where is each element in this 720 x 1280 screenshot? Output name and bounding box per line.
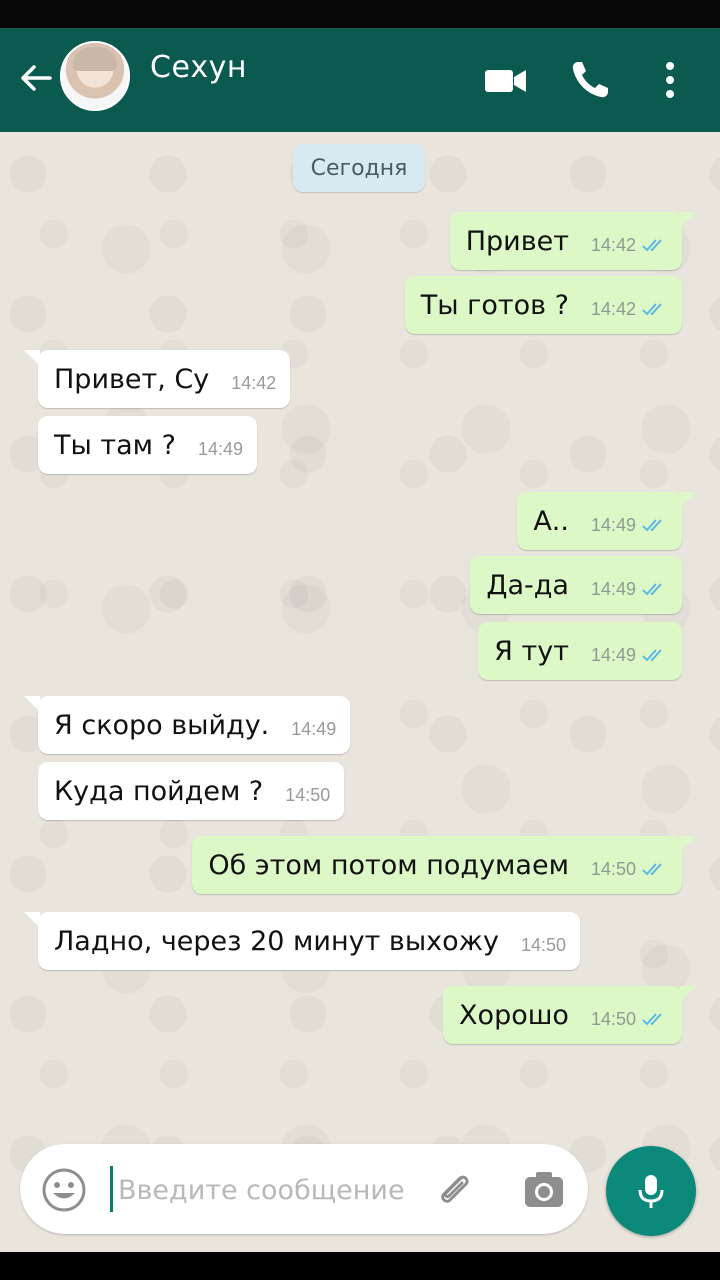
message-outgoing[interactable]: Ты готов ? 14:42 (404, 276, 682, 334)
arrow-left-icon (21, 65, 52, 91)
message-outgoing[interactable]: Я тут 14:49 (478, 622, 682, 680)
message-outgoing[interactable]: А.. 14:49 (517, 492, 696, 550)
attach-button[interactable] (430, 1166, 478, 1214)
message-text: Ты там ? (54, 429, 176, 461)
double-check-icon (642, 509, 668, 533)
message-composer (20, 1144, 588, 1234)
message-text: Об этом потом подумаем (208, 849, 569, 881)
message-text: Куда пойдем ? (54, 775, 264, 807)
microphone-icon (638, 1175, 664, 1208)
message-time: 14:49 (590, 578, 636, 599)
message-time: 14:49 (291, 718, 337, 739)
camera-button[interactable] (520, 1166, 568, 1214)
message-text: Я тут (494, 635, 569, 667)
emoji-button[interactable] (40, 1166, 88, 1214)
phone-icon (572, 62, 608, 98)
message-time: 14:42 (590, 298, 636, 319)
message-time: 14:50 (590, 858, 636, 879)
message-text: Хорошо (459, 999, 569, 1031)
message-time: 14:49 (590, 644, 636, 665)
text-cursor (110, 1166, 113, 1212)
message-outgoing[interactable]: Да-да 14:49 (470, 556, 682, 614)
message-time: 14:49 (590, 514, 636, 535)
status-bar (0, 0, 720, 28)
more-options-button[interactable] (646, 56, 694, 104)
emoji-icon (42, 1168, 86, 1212)
double-check-icon (642, 1003, 668, 1027)
chat-area[interactable]: Сегодня Привет 14:42 Ты готов ? 14:42 Пр… (0, 132, 720, 1252)
voice-record-button[interactable] (606, 1146, 696, 1236)
contact-name[interactable]: Сехун (150, 50, 247, 85)
back-button[interactable] (16, 58, 56, 98)
double-check-icon (642, 853, 668, 877)
double-check-icon (642, 573, 668, 597)
navigation-bar (0, 1252, 720, 1280)
message-incoming[interactable]: Ты там ? 14:49 (38, 416, 257, 474)
message-text: Ладно, через 20 минут выхожу (54, 925, 499, 957)
message-time: 14:49 (197, 438, 243, 459)
voice-call-button[interactable] (566, 56, 614, 104)
avatar[interactable] (60, 41, 130, 111)
message-outgoing[interactable]: Об этом потом подумаем 14:50 (192, 836, 696, 894)
message-text: Я скоро выйду. (54, 709, 270, 741)
message-text: Ты готов ? (420, 289, 569, 321)
message-input[interactable] (116, 1164, 420, 1216)
message-time: 14:50 (520, 934, 566, 955)
double-check-icon (642, 229, 668, 253)
more-vertical-icon (666, 62, 674, 98)
message-text: А.. (533, 505, 569, 537)
message-incoming[interactable]: Ладно, через 20 минут выхожу 14:50 (24, 912, 580, 970)
paperclip-icon (441, 1175, 469, 1203)
message-text: Привет (465, 225, 569, 257)
message-text: Привет, Су (54, 363, 210, 395)
date-chip: Сегодня (293, 144, 425, 192)
message-time: 14:42 (231, 372, 277, 393)
message-incoming[interactable]: Я скоро выйду. 14:49 (23, 696, 351, 754)
message-incoming[interactable]: Куда пойдем ? 14:50 (38, 762, 345, 820)
message-text: Да-да (486, 569, 569, 601)
message-outgoing[interactable]: Привет 14:42 (449, 212, 697, 270)
message-time: 14:50 (285, 784, 331, 805)
message-outgoing[interactable]: Хорошо 14:50 (443, 986, 696, 1044)
video-camera-icon (485, 70, 526, 92)
message-time: 14:50 (590, 1008, 636, 1029)
message-incoming[interactable]: Привет, Су 14:42 (23, 350, 291, 408)
double-check-icon (642, 293, 668, 317)
message-time: 14:42 (590, 234, 636, 255)
double-check-icon (642, 639, 668, 663)
video-call-button[interactable] (482, 56, 530, 104)
chat-header: Сехун (0, 28, 720, 132)
camera-icon (525, 1172, 563, 1207)
